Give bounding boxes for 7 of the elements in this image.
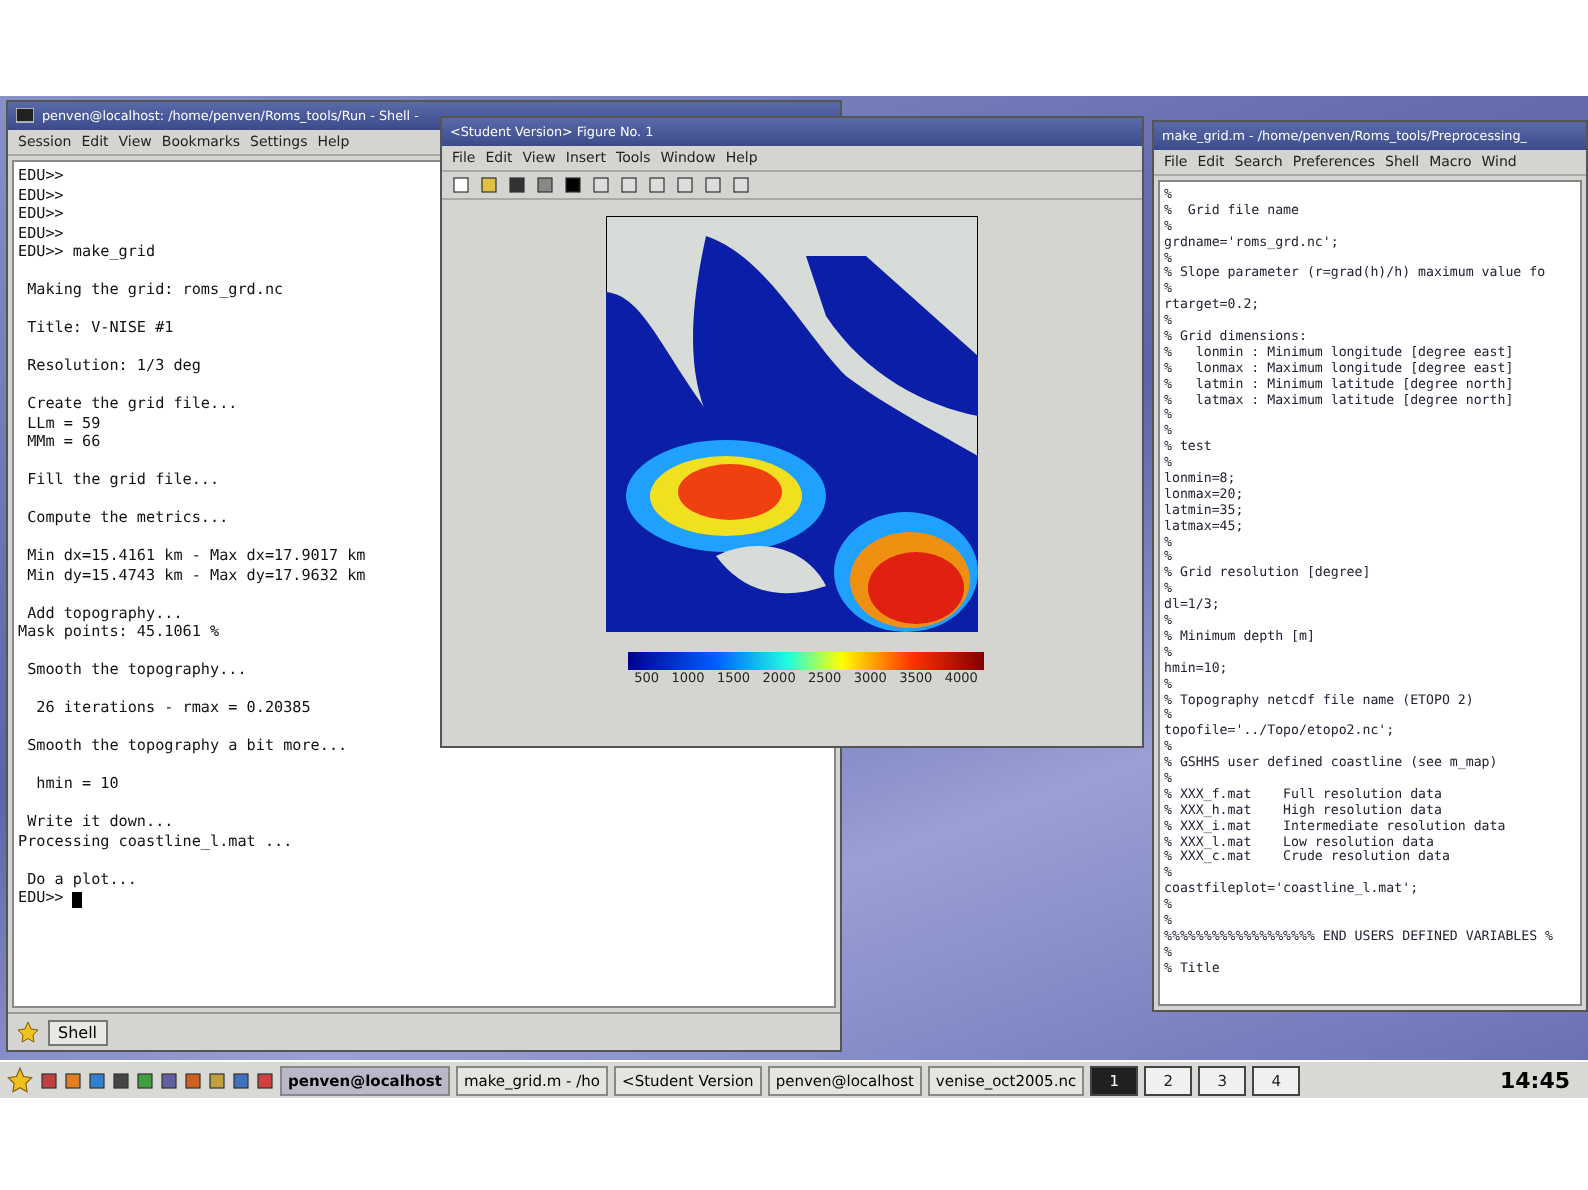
star-icon[interactable] (6, 1066, 34, 1094)
terminal-icon (16, 108, 34, 124)
shell-tab[interactable]: Shell (48, 1019, 108, 1045)
deep-basin (834, 512, 978, 632)
star-icon[interactable] (16, 1020, 40, 1044)
clock: 14:45 (1499, 1067, 1572, 1093)
island (716, 546, 826, 594)
